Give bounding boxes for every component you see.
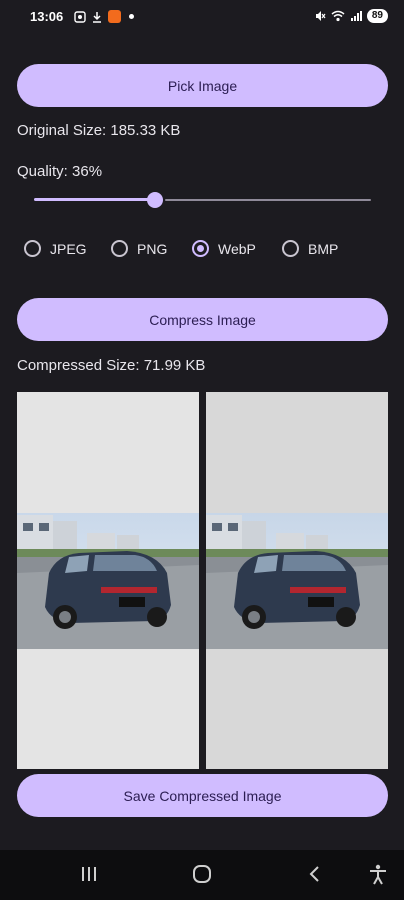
format-radio-group: JPEG PNG WebP BMP xyxy=(24,240,384,264)
system-status-icons: 89 xyxy=(314,9,388,23)
save-compressed-image-button[interactable]: Save Compressed Image xyxy=(17,774,388,817)
status-time: 13:06 xyxy=(30,9,64,24)
original-size-label: Original Size: 185.33 KB xyxy=(17,122,181,139)
car-photo xyxy=(17,513,199,649)
compressed-image-preview xyxy=(206,392,388,769)
radio-button[interactable] xyxy=(282,240,299,257)
mute-icon xyxy=(315,11,326,21)
format-option-webp[interactable]: WebP xyxy=(192,240,256,257)
navigation-bar xyxy=(0,850,404,900)
recents-icon[interactable] xyxy=(80,864,98,884)
battery-indicator: 89 xyxy=(366,9,388,23)
radio-label: WebP xyxy=(218,240,256,257)
status-bar: 13:06 89 xyxy=(0,0,404,34)
radio-label: JPEG xyxy=(50,240,87,257)
screenshot-icon xyxy=(74,10,86,23)
back-icon[interactable] xyxy=(306,864,322,884)
format-option-png[interactable]: PNG xyxy=(111,240,167,257)
radio-button[interactable] xyxy=(192,240,209,257)
car-photo xyxy=(206,513,388,649)
app-notification-icon xyxy=(108,10,121,23)
slider-thumb[interactable] xyxy=(147,192,164,208)
radio-label: BMP xyxy=(308,240,339,257)
compress-image-button[interactable]: Compress Image xyxy=(17,298,388,341)
app-screen: 13:06 89 Pick Image Original Size: 185.3… xyxy=(0,0,404,900)
more-notifications-dot xyxy=(129,14,134,19)
slider-track-active xyxy=(34,198,150,201)
quality-label: Quality: 36% xyxy=(17,163,103,180)
radio-button[interactable] xyxy=(24,240,41,257)
pick-image-button[interactable]: Pick Image xyxy=(17,64,388,107)
format-option-bmp[interactable]: BMP xyxy=(282,240,338,257)
quality-slider[interactable] xyxy=(34,190,371,210)
compressed-size-label: Compressed Size: 71.99 KB xyxy=(17,357,206,374)
home-icon[interactable] xyxy=(192,864,212,884)
notification-icons xyxy=(74,10,134,23)
download-icon xyxy=(93,11,101,23)
accessibility-icon[interactable] xyxy=(368,864,388,886)
original-image-preview xyxy=(17,392,199,769)
slider-track-inactive xyxy=(165,199,371,201)
radio-label: PNG xyxy=(137,240,168,257)
signal-icon xyxy=(350,11,362,21)
radio-button[interactable] xyxy=(111,240,128,257)
wifi-icon xyxy=(331,10,345,22)
format-option-jpeg[interactable]: JPEG xyxy=(24,240,87,257)
